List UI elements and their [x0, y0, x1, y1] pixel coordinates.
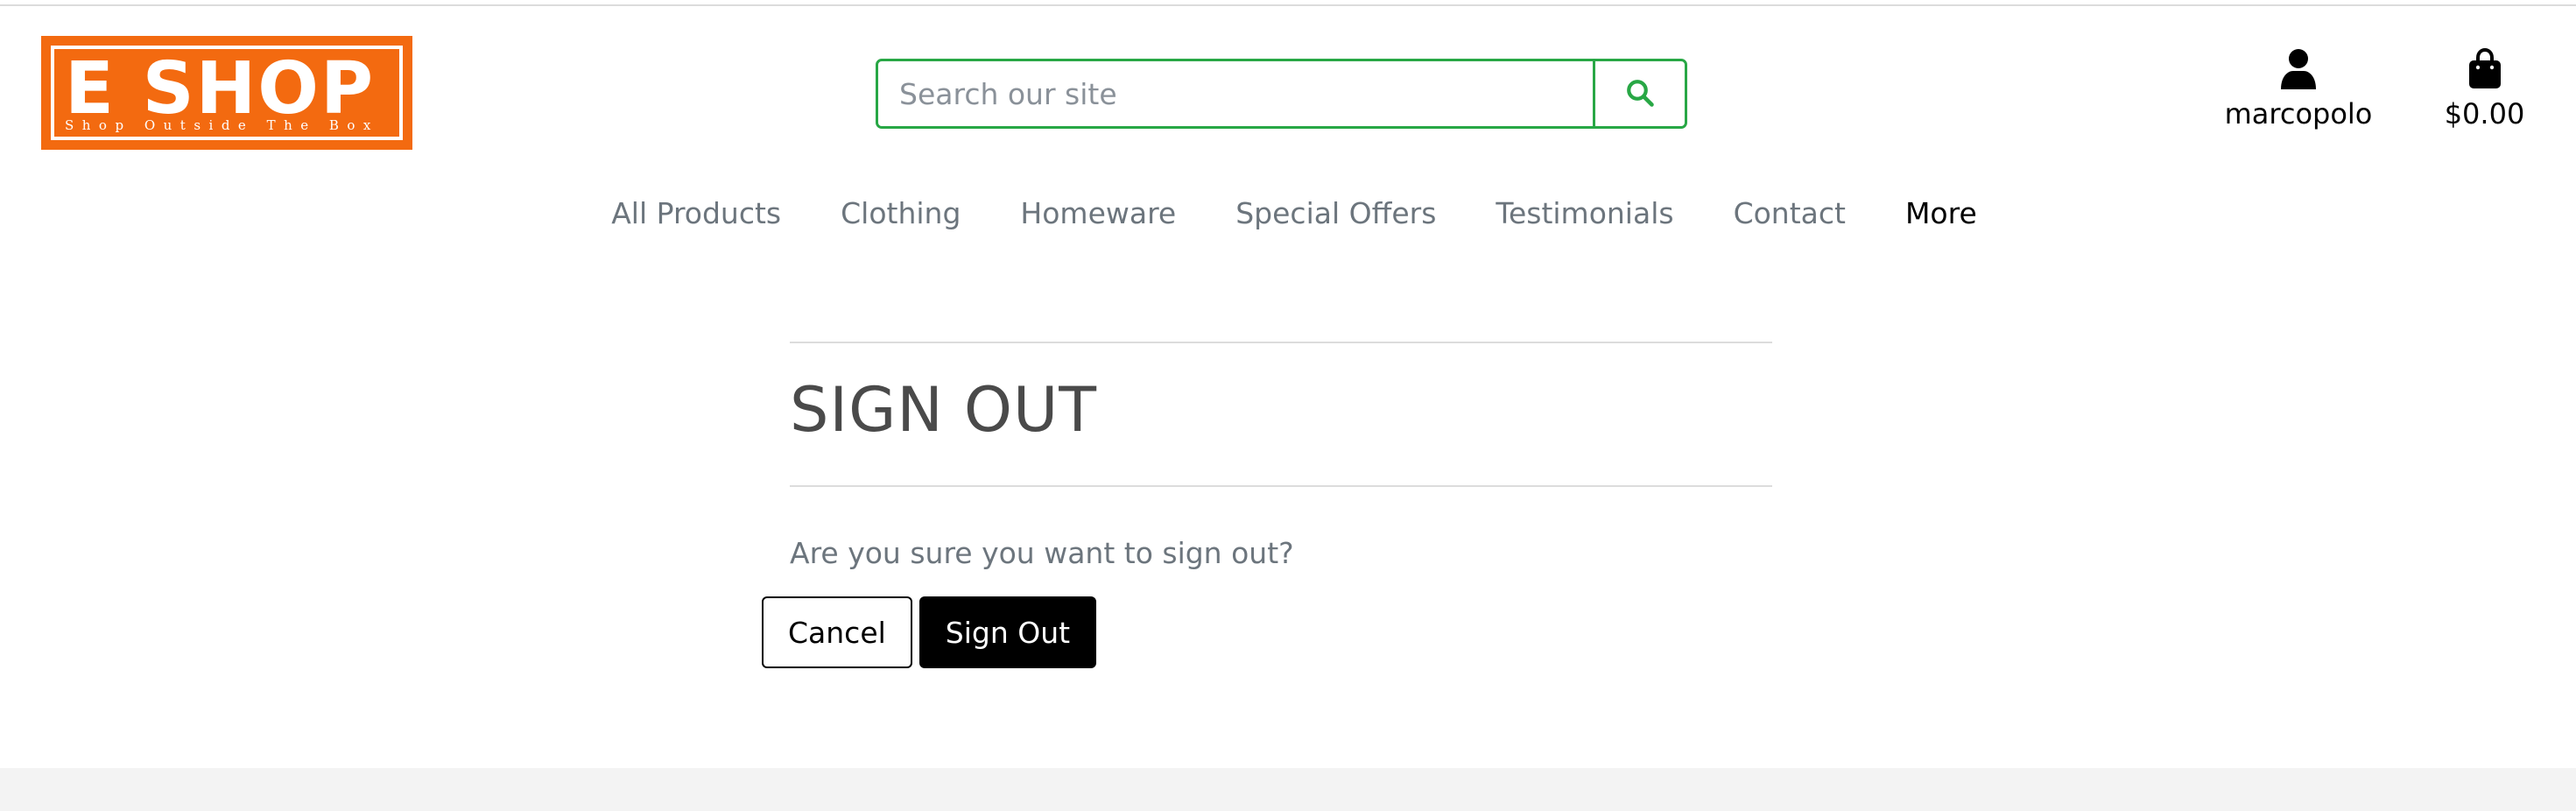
nav-more[interactable]: More	[1876, 196, 2007, 230]
nav-all-products[interactable]: All Products	[581, 196, 811, 230]
search-form	[876, 59, 1687, 129]
logo-frame: E SHOP Shop Outside The Box	[51, 46, 403, 140]
logo-tagline: Shop Outside The Box	[65, 117, 379, 133]
top-border	[0, 0, 2576, 6]
account-username: marcopolo	[2224, 97, 2373, 130]
confirm-question: Are you sure you want to sign out?	[790, 536, 1294, 570]
search-input[interactable]	[878, 61, 1593, 126]
footer	[0, 768, 2576, 811]
cart-total: $0.00	[2444, 97, 2525, 130]
site-logo[interactable]: E SHOP Shop Outside The Box	[41, 36, 412, 150]
signout-panel: SIGN OUT Are you sure you want to sign o…	[762, 342, 1772, 668]
search-icon	[1624, 77, 1656, 111]
action-buttons: Cancel Sign Out	[762, 596, 1772, 668]
search-button[interactable]	[1593, 61, 1685, 126]
cancel-button[interactable]: Cancel	[762, 596, 912, 668]
nav-special-offers[interactable]: Special Offers	[1206, 196, 1466, 230]
main-nav: All Products Clothing Homeware Special O…	[0, 196, 2576, 230]
account-link[interactable]: marcopolo	[2215, 48, 2382, 130]
nav-testimonials[interactable]: Testimonials	[1466, 196, 1703, 230]
nav-contact[interactable]: Contact	[1704, 196, 1876, 230]
user-icon	[2279, 48, 2318, 90]
shopping-bag-icon	[2467, 47, 2502, 90]
cart-link[interactable]: $0.00	[2425, 47, 2544, 130]
sign-out-button[interactable]: Sign Out	[918, 596, 1097, 668]
divider-top	[790, 342, 1772, 343]
nav-clothing[interactable]: Clothing	[811, 196, 990, 230]
page-title: SIGN OUT	[790, 374, 1098, 446]
nav-homeware[interactable]: Homeware	[990, 196, 1206, 230]
divider-bottom	[790, 485, 1772, 487]
